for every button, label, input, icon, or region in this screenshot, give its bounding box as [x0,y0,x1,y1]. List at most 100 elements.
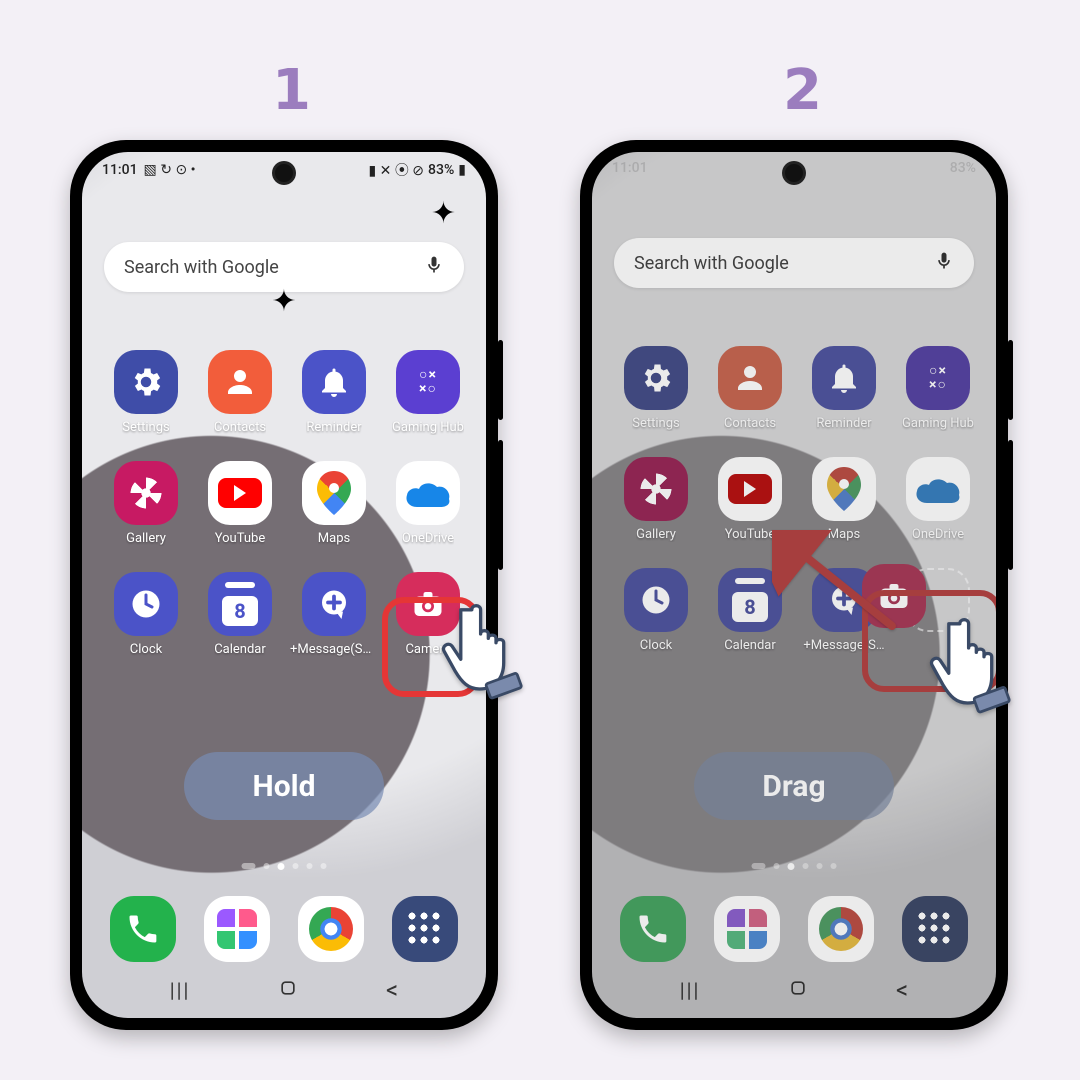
app-label: Settings [632,416,679,431]
app-label: Maps [318,531,350,546]
app-gaming-hub[interactable]: ○××○ Gaming Hub [896,346,980,431]
app-reminder[interactable]: Reminder [802,346,886,431]
app-clock[interactable]: Clock [104,572,188,657]
volume-button [1008,340,1013,420]
app-label: YouTube [725,527,776,542]
dock-microsoft[interactable] [204,896,270,962]
dock-chrome[interactable] [298,896,364,962]
nav-back[interactable]: < [386,976,398,1004]
dock-chrome[interactable] [808,896,874,962]
app-gallery[interactable]: Gallery [104,461,188,546]
google-search-bar[interactable]: Search with Google [614,238,974,288]
onedrive-icon [906,457,970,521]
app-grid: Settings Contacts Reminder ○××○ Gaming H… [104,350,464,657]
nav-back[interactable]: < [896,976,908,1004]
app-label: Camera [405,642,450,657]
mic-icon[interactable] [934,251,954,276]
app-label: Calendar [214,642,266,657]
empty-slot [896,568,980,653]
message-icon [302,572,366,636]
app-contacts[interactable]: Contacts [708,346,792,431]
calendar-icon: 8 [208,572,272,636]
settings-icon [114,350,178,414]
app-onedrive[interactable]: OneDrive [896,457,980,542]
app-label: YouTube [215,531,266,546]
gallery-icon [114,461,178,525]
app-calendar[interactable]: 8 Calendar [198,572,282,657]
maps-icon [302,461,366,525]
status-bar: 11:01 ▧ ↻ ⊙ • ▮ ✕ ⦿ ⊘ 83% ▮ [82,152,486,180]
app-gallery[interactable]: Gallery [614,457,698,542]
nav-recent[interactable]: ||| [170,978,191,1002]
app-gaming-hub[interactable]: ○××○ Gaming Hub [386,350,470,435]
app-label: Gaming Hub [392,420,464,435]
reminder-icon [302,350,366,414]
app-clock[interactable]: Clock [614,568,698,653]
app-message[interactable]: +Message(SM… [292,572,376,657]
dock-microsoft[interactable] [714,896,780,962]
android-navbar: ||| < [592,976,996,1004]
action-label-hold: Hold [184,752,384,820]
app-camera[interactable]: Camera [386,572,470,657]
contacts-icon [718,346,782,410]
app-reminder[interactable]: Reminder [292,350,376,435]
phone-screen-2: 11:01 83% Search with Google Settings Co… [592,152,996,1018]
app-label: Maps [828,527,860,542]
app-label: Clock [640,638,672,653]
youtube-icon [718,457,782,521]
page-indicator[interactable] [242,863,327,870]
calendar-icon: 8 [718,568,782,632]
app-camera-dragging[interactable] [862,564,926,628]
mic-icon[interactable] [424,255,444,280]
dock-apps-drawer[interactable] [902,896,968,962]
nav-home[interactable] [278,978,298,1003]
search-placeholder: Search with Google [124,257,279,278]
status-icons-left: ▧ ↻ ⊙ • [144,162,196,178]
app-calendar[interactable]: 8 Calendar [708,568,792,653]
app-label: Gallery [636,527,676,542]
app-contacts[interactable]: Contacts [198,350,282,435]
app-grid: Settings Contacts Reminder ○××○ Gaming H… [614,346,974,653]
phone-frame-step1: 11:01 ▧ ↻ ⊙ • ▮ ✕ ⦿ ⊘ 83% ▮ ✦ ✦ Search w… [70,140,498,1030]
app-label: +Message(S… [803,638,884,653]
app-label: Reminder [306,420,361,435]
app-label: Reminder [816,416,871,431]
app-label: Calendar [724,638,776,653]
action-label-drag: Drag [694,752,894,820]
app-youtube[interactable]: YouTube [198,461,282,546]
app-settings[interactable]: Settings [104,350,188,435]
phone-frame-step2: 11:01 83% Search with Google Settings Co… [580,140,1008,1030]
battery-icon: ▮ [458,162,466,178]
dock-apps-drawer[interactable] [392,896,458,962]
app-label: OneDrive [402,531,454,546]
camera-icon [862,564,926,628]
dock-phone[interactable] [620,896,686,962]
app-maps[interactable]: Maps [802,457,886,542]
app-label: Clock [130,642,162,657]
app-onedrive[interactable]: OneDrive [386,461,470,546]
app-label: Gaming Hub [902,416,974,431]
status-time: 11:01 [102,162,138,178]
page-indicator[interactable] [752,863,837,870]
status-bar: 11:01 83% [592,152,996,176]
sparkle-icon: ✦ [271,284,296,319]
dock [82,896,486,962]
sparkle-icon: ✦ [431,196,456,231]
app-label: Settings [122,420,169,435]
app-label: Contacts [724,416,776,431]
power-button [498,440,503,570]
clock-icon [624,568,688,632]
app-label: Gallery [126,531,166,546]
app-label: OneDrive [912,527,964,542]
search-placeholder: Search with Google [634,253,789,274]
app-youtube[interactable]: YouTube [708,457,792,542]
app-maps[interactable]: Maps [292,461,376,546]
dock-phone[interactable] [110,896,176,962]
step-number-2: 2 [783,58,822,123]
app-settings[interactable]: Settings [614,346,698,431]
nav-home[interactable] [788,978,808,1003]
nav-recent[interactable]: ||| [680,978,701,1002]
status-icons-right: ▮ ✕ ⦿ ⊘ [368,160,424,180]
volume-button [498,340,503,420]
app-label: Contacts [214,420,266,435]
